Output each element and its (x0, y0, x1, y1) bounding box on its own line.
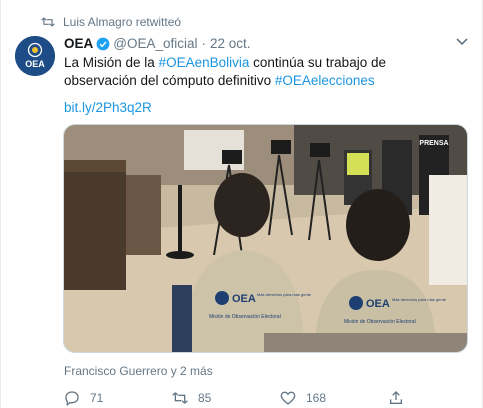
press-vest-label: PRENSA (419, 140, 448, 147)
hashtag-link[interactable]: #OEAenBolivia (159, 55, 250, 70)
tweet-link[interactable]: bit.ly/2Ph3q2R (64, 100, 152, 115)
share-icon (390, 391, 402, 404)
avatar-text: OEA (25, 59, 45, 69)
share-button[interactable] (388, 390, 414, 406)
retweet-label: Luis Almagro retwitteó (63, 15, 182, 29)
separator: · (201, 36, 207, 51)
retweet-count: 85 (198, 391, 212, 405)
hashtag-link[interactable]: #OEAelecciones (275, 73, 375, 88)
author-name[interactable]: OEA (64, 36, 93, 51)
vest-brand: OEA (366, 298, 390, 310)
vest-mission: Misión de Observación Electoral (344, 319, 416, 325)
like-count: 168 (306, 391, 327, 405)
tweet-text-part: La Misión de la (64, 55, 159, 70)
tweet-photo[interactable]: PRENSA OEA Más derechos para más gente M… (63, 124, 468, 353)
reply-button[interactable]: 71 (64, 390, 103, 406)
reply-count: 71 (90, 391, 104, 405)
chevron-down-icon[interactable] (455, 37, 469, 47)
vest-brand: OEA (232, 293, 256, 305)
tweet-header: OEA @OEA_oficial · 22 oct. (64, 36, 251, 51)
tweet-text: La Misión de la #OEAenBolivia continúa s… (64, 54, 459, 90)
tweet-actions: 71 85 168 (64, 390, 464, 406)
vest-tagline: Más derechos para más gente (257, 292, 312, 297)
tweet-card[interactable]: Luis Almagro retwitteó OEA OEA @OEA_ofic… (0, 0, 483, 408)
avatar[interactable]: OEA (15, 36, 55, 76)
retweet-context[interactable]: Luis Almagro retwitteó (41, 15, 181, 29)
retweet-icon (172, 392, 188, 404)
verified-badge-icon (96, 37, 110, 50)
oea-logo: OEA (15, 36, 55, 76)
tagged-users[interactable]: Francisco Guerrero y 2 más (64, 364, 213, 378)
vest-mission: Misión de Observación Electoral (209, 314, 281, 320)
author-handle[interactable]: @OEA_oficial (113, 36, 197, 51)
heart-icon (280, 391, 296, 405)
retweet-icon (41, 17, 55, 27)
vest-tagline: Más derechos para más gente (392, 297, 447, 302)
tweet-date[interactable]: 22 oct. (210, 36, 251, 51)
retweet-button[interactable]: 85 (172, 390, 211, 406)
like-button[interactable]: 168 (280, 390, 326, 406)
photo-scene: PRENSA OEA Más derechos para más gente M… (64, 125, 467, 352)
reply-icon (65, 391, 79, 406)
